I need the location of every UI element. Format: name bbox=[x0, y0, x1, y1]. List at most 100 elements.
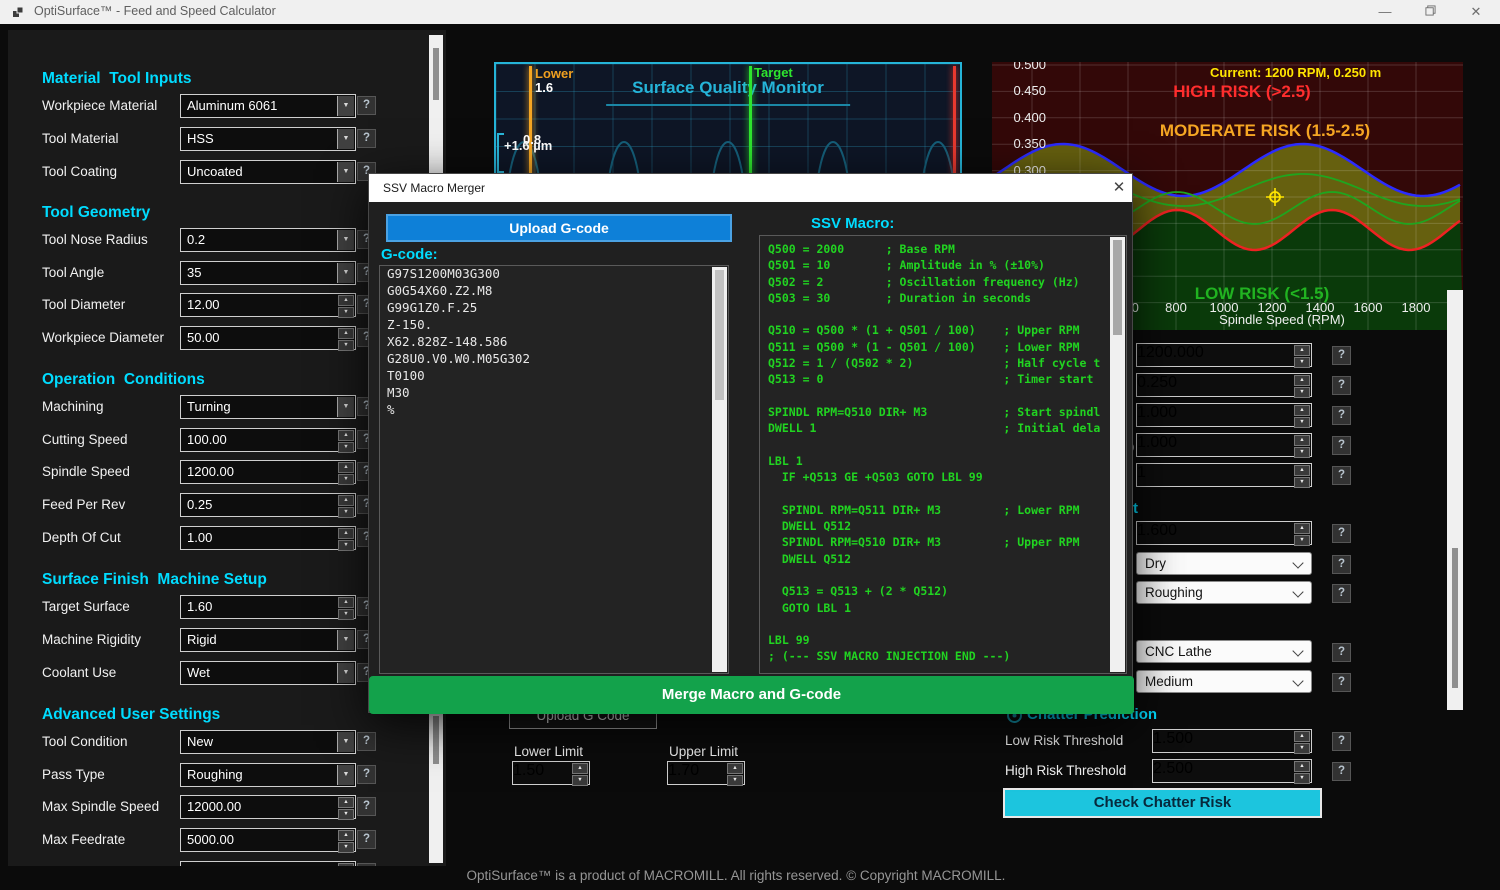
spin-down-icon[interactable]: ▼ bbox=[1294, 535, 1310, 546]
result-spindle-rpm-spinner[interactable]: 1200.000 ▲▼ bbox=[1136, 343, 1312, 367]
high-risk-threshold-spinner[interactable]: 2.500 ▲▼ bbox=[1152, 759, 1312, 783]
gcode-scrollbar-thumb[interactable] bbox=[715, 270, 724, 400]
spin-up-icon[interactable]: ▲ bbox=[338, 528, 354, 539]
spin-up-icon[interactable]: ▲ bbox=[1294, 761, 1310, 772]
rigidity-level-dropdown[interactable]: Medium bbox=[1136, 670, 1312, 693]
help-button[interactable]: ? bbox=[1332, 643, 1351, 662]
merge-macro-button[interactable]: Merge Macro and G-code bbox=[369, 676, 1134, 714]
depth-of-cut-spinner[interactable]: 1.00 ▲▼ bbox=[180, 526, 356, 550]
spin-up-icon[interactable]: ▲ bbox=[1294, 731, 1310, 742]
spin-up-icon[interactable]: ▲ bbox=[727, 763, 743, 774]
low-risk-threshold-spinner[interactable]: 1.500 ▲▼ bbox=[1152, 729, 1312, 753]
chevron-down-icon[interactable]: ▼ bbox=[337, 162, 354, 182]
sidebar-scrollbar-thumb-lower[interactable] bbox=[433, 716, 439, 764]
spin-down-icon[interactable]: ▼ bbox=[338, 842, 354, 853]
spin-down-icon[interactable]: ▼ bbox=[338, 442, 354, 453]
result-width-spinner[interactable]: 1.000 ▲▼ bbox=[1136, 433, 1312, 457]
help-button[interactable]: ? bbox=[1332, 555, 1351, 574]
spin-up-icon[interactable]: ▲ bbox=[338, 295, 354, 306]
help-button[interactable]: ? bbox=[357, 830, 376, 849]
cutting-speed-spinner[interactable]: 100.00 ▲▼ bbox=[180, 428, 356, 452]
spin-up-icon[interactable]: ▲ bbox=[572, 763, 588, 774]
help-button[interactable]: ? bbox=[1332, 762, 1351, 781]
help-button[interactable]: ? bbox=[1332, 436, 1351, 455]
chevron-down-icon[interactable]: ▼ bbox=[337, 263, 354, 283]
spin-up-icon[interactable]: ▲ bbox=[1294, 435, 1310, 446]
spin-down-icon[interactable]: ▼ bbox=[338, 540, 354, 551]
machining-dropdown[interactable]: Turning ▼ bbox=[180, 395, 356, 419]
workpiece-material-dropdown[interactable]: Aluminum 6061 ▼ bbox=[180, 94, 356, 118]
tool-condition-dropdown[interactable]: New ▼ bbox=[180, 730, 356, 754]
spin-down-icon[interactable]: ▼ bbox=[338, 474, 354, 485]
spin-up-icon[interactable]: ▲ bbox=[338, 797, 354, 808]
material-hardness-spinner[interactable]: ▲▼ bbox=[180, 861, 356, 866]
dialog-close-button[interactable]: ✕ bbox=[1107, 178, 1131, 198]
help-button[interactable]: ? bbox=[357, 732, 376, 751]
help-button[interactable]: ? bbox=[357, 129, 376, 148]
spin-down-icon[interactable]: ▼ bbox=[338, 340, 354, 351]
spin-down-icon[interactable]: ▼ bbox=[1294, 477, 1310, 488]
help-button[interactable]: ? bbox=[1332, 584, 1351, 603]
result-doc-spinner[interactable]: 1.000 ▲▼ bbox=[1136, 403, 1312, 427]
maximize-button[interactable] bbox=[1408, 0, 1452, 24]
help-button[interactable]: ? bbox=[1332, 346, 1351, 365]
chevron-down-icon[interactable]: ▼ bbox=[337, 765, 354, 785]
help-button[interactable]: ? bbox=[1332, 406, 1351, 425]
machine-type-dropdown[interactable]: CNC Lathe bbox=[1136, 640, 1312, 663]
help-button[interactable]: ? bbox=[357, 797, 376, 816]
help-button[interactable]: ? bbox=[1332, 673, 1351, 692]
help-button[interactable]: ? bbox=[1332, 732, 1351, 751]
spin-up-icon[interactable]: ▲ bbox=[338, 830, 354, 841]
pass-mode-dropdown[interactable]: Roughing bbox=[1136, 581, 1312, 604]
spin-up-icon[interactable]: ▲ bbox=[1294, 375, 1310, 386]
result-passes-spinner[interactable]: 1 ▲▼ bbox=[1136, 463, 1312, 487]
tool-coating-dropdown[interactable]: Uncoated ▼ bbox=[180, 160, 356, 184]
ssv-macro-textarea[interactable]: Q500 = 2000 ; Base RPM Q501 = 10 ; Ampli… bbox=[759, 235, 1127, 674]
spin-down-icon[interactable]: ▼ bbox=[1294, 387, 1310, 398]
spin-up-icon[interactable]: ▲ bbox=[338, 328, 354, 339]
tool-nose-radius-dropdown[interactable]: 0.2 ▼ bbox=[180, 228, 356, 252]
tool-angle-dropdown[interactable]: 35 ▼ bbox=[180, 261, 356, 285]
chevron-down-icon[interactable]: ▼ bbox=[337, 129, 354, 149]
close-button[interactable]: ✕ bbox=[1454, 0, 1498, 24]
chevron-down-icon[interactable]: ▼ bbox=[337, 663, 354, 683]
spin-down-icon[interactable]: ▼ bbox=[338, 809, 354, 820]
spin-down-icon[interactable]: ▼ bbox=[338, 307, 354, 318]
spin-down-icon[interactable]: ▼ bbox=[572, 775, 588, 786]
help-button[interactable]: ? bbox=[1332, 466, 1351, 485]
tool-diameter-spinner[interactable]: 12.00 ▲▼ bbox=[180, 293, 356, 317]
spin-up-icon[interactable]: ▲ bbox=[338, 863, 354, 866]
right-panel-scrollbar-thumb[interactable] bbox=[1452, 548, 1458, 688]
minimize-button[interactable]: — bbox=[1363, 0, 1407, 24]
spin-up-icon[interactable]: ▲ bbox=[338, 495, 354, 506]
spin-up-icon[interactable]: ▲ bbox=[338, 430, 354, 441]
target-surface-spinner[interactable]: 1.60 ▲▼ bbox=[180, 595, 356, 619]
tool-material-dropdown[interactable]: HSS ▼ bbox=[180, 127, 356, 151]
coolant-mode-dropdown[interactable]: Dry bbox=[1136, 552, 1312, 575]
chevron-down-icon[interactable]: ▼ bbox=[337, 96, 354, 116]
spin-down-icon[interactable]: ▼ bbox=[1294, 357, 1310, 368]
check-chatter-risk-button[interactable]: Check Chatter Risk bbox=[1003, 788, 1322, 818]
coolant-use-dropdown[interactable]: Wet ▼ bbox=[180, 661, 356, 685]
spin-up-icon[interactable]: ▲ bbox=[1294, 465, 1310, 476]
sidebar-scrollbar-thumb[interactable] bbox=[433, 48, 439, 100]
gcode-textarea[interactable]: G97S1200M03G300 G0G54X60.Z2.M8 G99G1Z0.F… bbox=[379, 265, 729, 674]
result-feed-spinner[interactable]: 0.250 ▲▼ bbox=[1136, 373, 1312, 397]
help-button[interactable]: ? bbox=[357, 96, 376, 115]
help-button[interactable]: ? bbox=[357, 765, 376, 784]
help-button[interactable]: ? bbox=[1332, 524, 1351, 543]
help-button[interactable]: ? bbox=[357, 863, 376, 866]
help-button[interactable]: ? bbox=[1332, 376, 1351, 395]
spin-up-icon[interactable]: ▲ bbox=[1294, 345, 1310, 356]
chevron-down-icon[interactable]: ▼ bbox=[337, 230, 354, 250]
spin-down-icon[interactable]: ▼ bbox=[338, 609, 354, 620]
spin-down-icon[interactable]: ▼ bbox=[1294, 447, 1310, 458]
upload-gcode-modal-button[interactable]: Upload G-code bbox=[386, 214, 732, 242]
chevron-down-icon[interactable]: ▼ bbox=[337, 732, 354, 752]
upper-limit-spinner[interactable]: 1.70 ▲▼ bbox=[667, 761, 745, 785]
max-feedrate-spinner[interactable]: 5000.00 ▲▼ bbox=[180, 828, 356, 852]
spin-down-icon[interactable]: ▼ bbox=[727, 775, 743, 786]
spin-up-icon[interactable]: ▲ bbox=[1294, 405, 1310, 416]
max-spindle-speed-spinner[interactable]: 12000.00 ▲▼ bbox=[180, 795, 356, 819]
spin-up-icon[interactable]: ▲ bbox=[338, 597, 354, 608]
